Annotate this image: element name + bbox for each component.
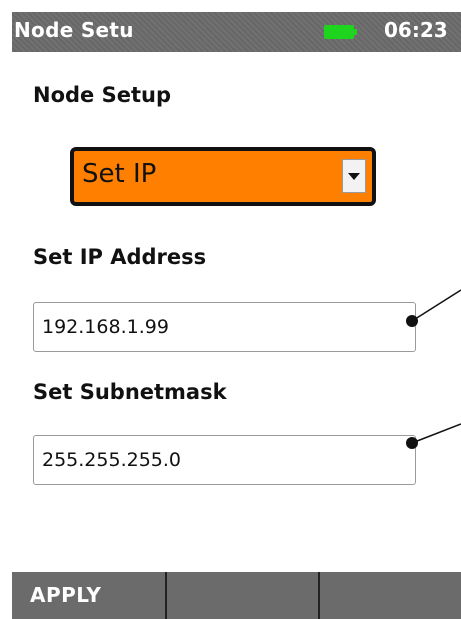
dropdown-toggle-button[interactable] [342, 159, 366, 193]
chevron-down-icon [348, 173, 360, 180]
section-title: Node Setup [33, 83, 171, 107]
ip-address-input[interactable] [33, 302, 416, 352]
screen-title: Node Setu [14, 18, 134, 42]
subnet-mask-input[interactable] [33, 435, 416, 485]
clock-time: 06:23 [384, 18, 448, 42]
battery-tip [354, 29, 357, 35]
softkey-3[interactable] [320, 572, 461, 619]
softkey-2[interactable] [167, 572, 320, 619]
apply-button[interactable]: APPLY [12, 572, 167, 619]
mode-select-dropdown[interactable]: Set IP [70, 147, 376, 206]
subnet-mask-label: Set Subnetmask [33, 380, 227, 404]
softkey-bar: APPLY [12, 572, 461, 619]
mode-select-value: Set IP [82, 159, 157, 189]
battery-full-icon [324, 25, 354, 39]
device-screen: Node Setu 06:23 Node Setup Set IP Set IP… [12, 12, 461, 619]
ip-address-label: Set IP Address [33, 245, 207, 269]
status-bar: Node Setu 06:23 [12, 12, 461, 52]
